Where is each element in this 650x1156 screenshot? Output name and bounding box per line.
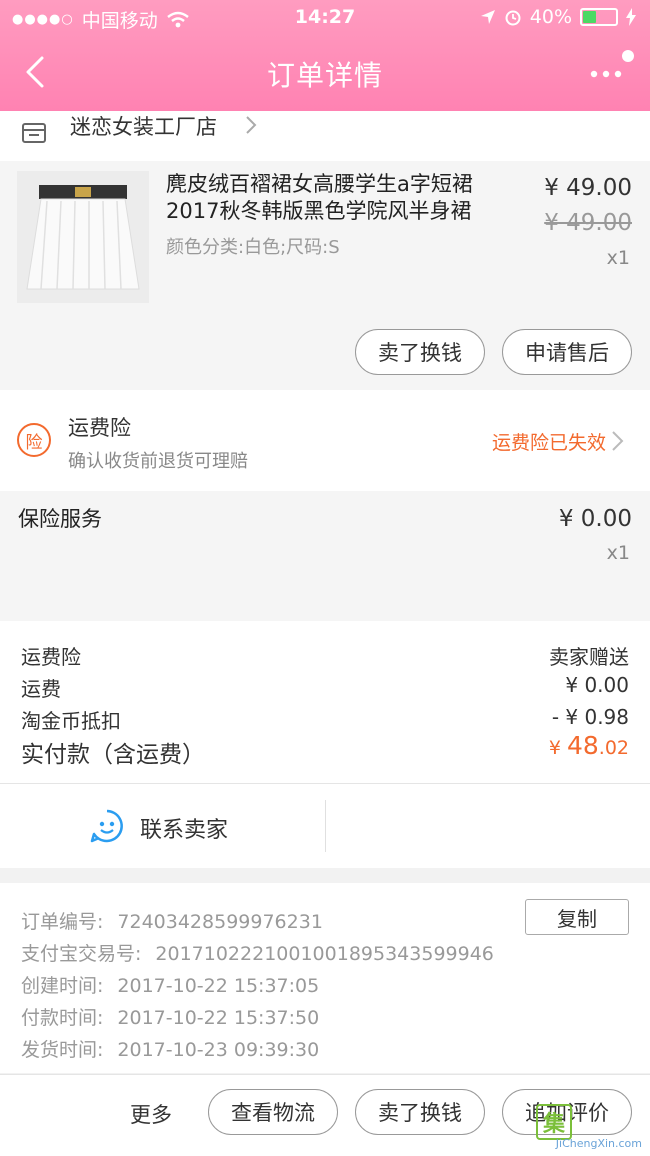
total-integer: 48 — [566, 731, 599, 760]
battery-percent: 40% — [529, 6, 572, 28]
created-time-value: 2017-10-22 15:37:05 — [117, 975, 320, 997]
total-label: 实付款（含运费） — [21, 742, 205, 768]
shop-name: 迷恋女装工厂店 — [70, 115, 217, 139]
product-quantity: x1 — [606, 247, 630, 269]
cost-summary: 运费险 卖家赠送 运费 ¥ 0.00 淘金币抵扣 - ¥ 0.98 实付款（含运… — [0, 621, 650, 784]
apply-after-sales-button[interactable]: 申请售后 — [502, 329, 632, 375]
battery-icon — [580, 8, 618, 26]
alipay-trade-line: 支付宝交易号: 2017102221001001895343599946 — [21, 939, 494, 966]
paid-time-value: 2017-10-22 15:37:50 — [117, 1007, 320, 1029]
product-card[interactable]: 麂皮绒百褶裙女高腰学生a字短裙2017秋冬韩版黑色学院风半身裙 颜色分类:白色;… — [0, 161, 650, 390]
status-right: 40% — [480, 6, 636, 28]
product-image — [17, 171, 149, 303]
shipped-time-label: 发货时间: — [21, 1039, 104, 1061]
shop-icon — [22, 123, 46, 143]
copy-button[interactable]: 复制 — [525, 899, 629, 935]
sell-for-cash-button[interactable]: 卖了换钱 — [355, 329, 485, 375]
order-info: 订单编号: 72403428599976231 支付宝交易号: 2017102221… — [0, 883, 650, 1073]
chat-face-icon[interactable] — [89, 808, 125, 844]
more-dots-icon[interactable] — [586, 50, 636, 90]
nav-bar: 订单详情 — [0, 36, 650, 111]
total-amount: ¥ 48.02 — [549, 731, 629, 760]
order-number-line: 订单编号: 72403428599976231 — [21, 907, 323, 934]
total-currency: ¥ — [548, 737, 567, 759]
watermark-logo: 集 — [536, 1104, 572, 1140]
contact-bar: 联系卖家 — [0, 784, 650, 868]
cost-label-freight-insurance: 运费险 — [21, 645, 81, 669]
alarm-icon — [505, 10, 521, 26]
battery-level — [583, 11, 596, 23]
total-decimal: .02 — [598, 737, 629, 759]
view-logistics-button[interactable]: 查看物流 — [208, 1089, 338, 1135]
insurance-service-quantity: x1 — [606, 542, 630, 564]
product-spec: 颜色分类:白色;尺码:S — [166, 237, 340, 258]
shipped-time-value: 2017-10-23 09:39:30 — [117, 1039, 320, 1061]
created-time-line: 创建时间: 2017-10-22 15:37:05 — [21, 971, 319, 998]
cost-value-coin-deduction: - ¥ 0.98 — [551, 705, 629, 729]
location-arrow-icon — [480, 10, 495, 24]
insurance-badge-icon: 险 — [17, 423, 51, 457]
freight-insurance-subtitle: 确认收货前退货可理赔 — [68, 451, 248, 472]
status-bar: ●●●●○ 中国移动 14:27 40% — [0, 0, 650, 36]
cost-label-coin-deduction: 淘金币抵扣 — [21, 709, 121, 733]
divider — [325, 800, 326, 852]
order-number-label: 订单编号: — [21, 911, 104, 933]
paid-time-line: 付款时间: 2017-10-22 15:37:50 — [21, 1003, 319, 1030]
insurance-service-row: 保险服务 ¥ 0.00 x1 — [0, 491, 650, 621]
cost-value-freight-insurance: 卖家赠送 — [549, 645, 629, 669]
product-title: 麂皮绒百褶裙女高腰学生a字短裙2017秋冬韩版黑色学院风半身裙 — [166, 172, 473, 223]
watermark: 集 JiChengXin.com — [536, 1102, 646, 1152]
alipay-trade-value: 2017102221001001895343599946 — [155, 943, 494, 965]
product-price: ¥ 49.00 — [544, 175, 632, 201]
product-original-price: ¥ 49.00 — [544, 210, 632, 236]
order-number-value: 72403428599976231 — [117, 911, 323, 933]
shop-row[interactable]: 迷恋女装工厂店 — [0, 111, 650, 161]
chevron-right-icon — [612, 431, 624, 451]
created-time-label: 创建时间: — [21, 975, 104, 997]
insurance-service-price: ¥ 0.00 — [558, 506, 632, 532]
watermark-site: JiChengXin.com — [555, 1137, 642, 1150]
contact-seller-button[interactable]: 联系卖家 — [140, 812, 228, 844]
chevron-right-icon — [246, 116, 257, 134]
charging-bolt-icon — [626, 8, 636, 26]
cost-label-shipping: 运费 — [21, 677, 61, 701]
more-button[interactable]: 更多 — [130, 1099, 172, 1129]
alipay-trade-label: 支付宝交易号: — [21, 943, 142, 965]
header: ●●●●○ 中国移动 14:27 40% 订单详情 — [0, 0, 650, 111]
freight-insurance-row[interactable]: 险 运费险 确认收货前退货可理赔 运费险已失效 — [0, 390, 650, 491]
insurance-service-title: 保险服务 — [18, 507, 102, 531]
freight-insurance-status: 运费险已失效 — [491, 432, 606, 454]
paid-time-label: 付款时间: — [21, 1007, 104, 1029]
freight-insurance-title: 运费险 — [68, 416, 131, 440]
shipped-time-line: 发货时间: 2017-10-23 09:39:30 — [21, 1035, 319, 1062]
page-title: 订单详情 — [266, 59, 383, 92]
sell-for-cash-bottom-button[interactable]: 卖了换钱 — [355, 1089, 485, 1135]
cost-value-shipping: ¥ 0.00 — [565, 673, 629, 697]
